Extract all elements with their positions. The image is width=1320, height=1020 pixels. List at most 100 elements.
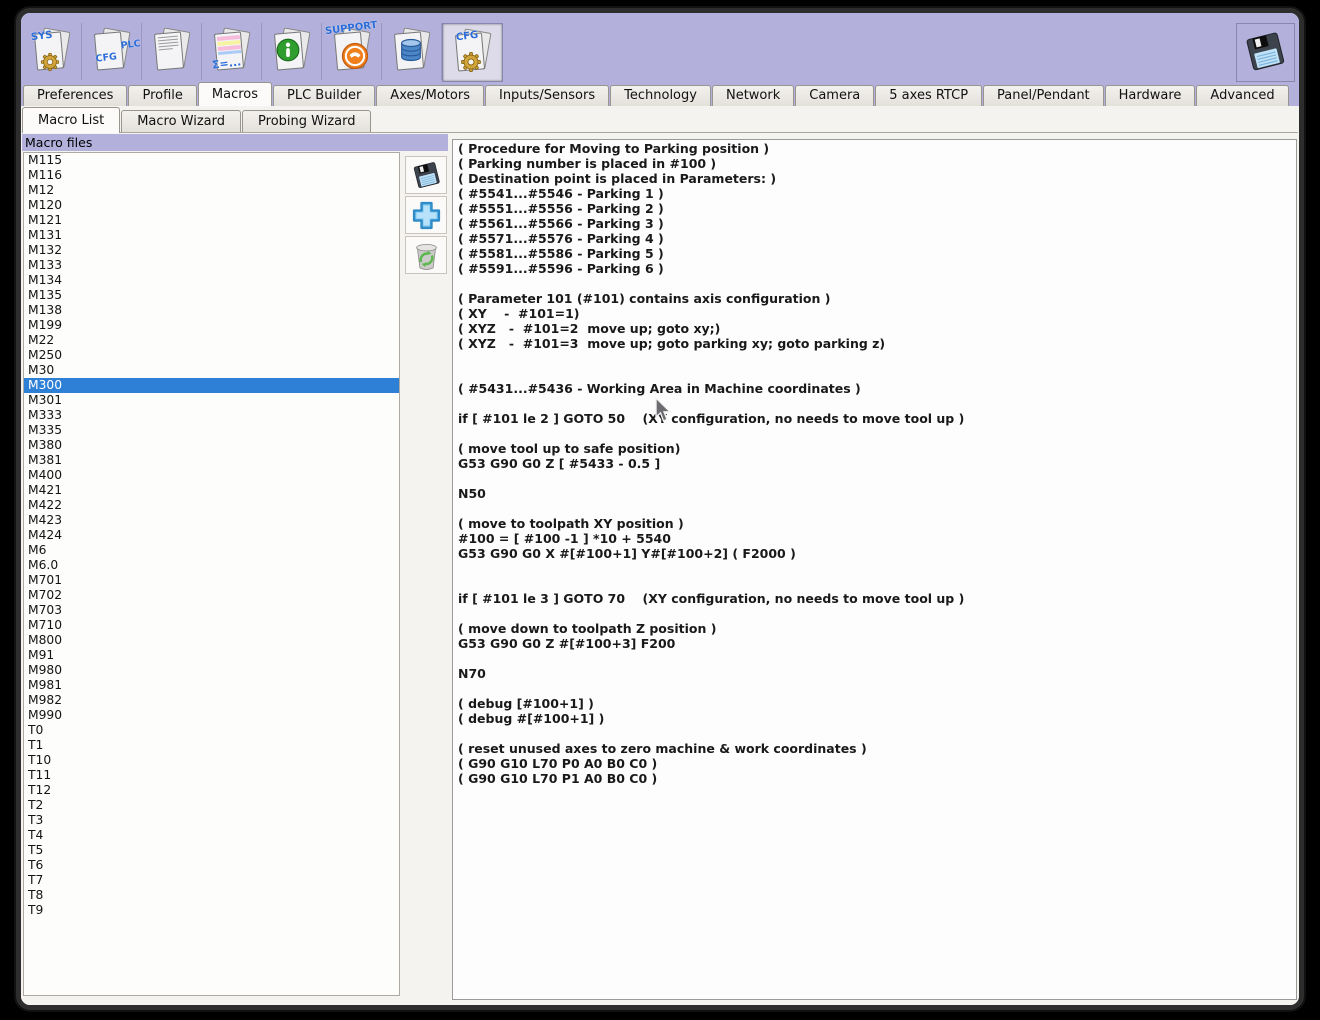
info-button[interactable] [262, 23, 322, 80]
list-item[interactable]: T11 [24, 768, 399, 783]
macro-editor[interactable]: ( Procedure for Moving to Parking positi… [452, 139, 1297, 1000]
list-item[interactable]: M333 [24, 408, 399, 423]
macro-file-list[interactable]: M115 M116 M12 M120 M121 M131 M132 M133 M134 M135 M… [23, 152, 400, 996]
list-item[interactable]: T9 [24, 903, 399, 918]
tab-advanced[interactable]: Advanced [1196, 85, 1289, 106]
list-item[interactable]: M981 [24, 678, 399, 693]
tab-network[interactable]: Network [711, 85, 795, 106]
list-item[interactable]: M12 [24, 183, 399, 198]
database-button[interactable] [382, 23, 442, 80]
list-item[interactable]: T6 [24, 858, 399, 873]
document-button[interactable] [142, 23, 202, 80]
list-item[interactable]: M800 [24, 633, 399, 648]
report-button[interactable]: Σ=... [202, 23, 262, 80]
list-item[interactable]: M121 [24, 213, 399, 228]
save-macro-button[interactable] [405, 156, 447, 194]
code-line: ( reset unused axes to zero machine & wo… [458, 741, 867, 756]
list-item[interactable]: M982 [24, 693, 399, 708]
list-item[interactable]: M132 [24, 243, 399, 258]
list-item[interactable]: T10 [24, 753, 399, 768]
list-item[interactable]: M380 [24, 438, 399, 453]
list-item[interactable]: T4 [24, 828, 399, 843]
list-item[interactable]: M199 [24, 318, 399, 333]
plc-config-button[interactable]: PLC CFG [82, 23, 142, 80]
list-item[interactable]: T3 [24, 813, 399, 828]
list-item[interactable]: M421 [24, 483, 399, 498]
tab-panel-pendant[interactable]: Panel/Pendant [983, 85, 1104, 106]
save-settings-button[interactable] [1236, 23, 1295, 82]
subtab-macro-wizard[interactable]: Macro Wizard [121, 110, 242, 132]
list-item[interactable]: M116 [24, 168, 399, 183]
tab-axes-motors[interactable]: Axes/Motors [376, 85, 484, 106]
list-item[interactable]: T2 [24, 798, 399, 813]
list-item[interactable]: M710 [24, 618, 399, 633]
tab-hardware[interactable]: Hardware [1104, 85, 1196, 106]
list-item[interactable]: T12 [24, 783, 399, 798]
tab-inputs-sensors[interactable]: Inputs/Sensors [484, 85, 610, 106]
list-item[interactable]: M990 [24, 708, 399, 723]
cfg-button[interactable]: CFG [442, 23, 503, 82]
list-item[interactable]: M120 [24, 198, 399, 213]
subtab-probing-wizard[interactable]: Probing Wizard [242, 110, 372, 132]
system-settings-button[interactable]: SYS [22, 23, 82, 80]
support-button[interactable]: SUPPORT [322, 20, 382, 80]
list-item[interactable]: M135 [24, 288, 399, 303]
tab-plc-builder[interactable]: PLC Builder [273, 85, 376, 106]
list-item[interactable]: M423 [24, 513, 399, 528]
tab-5-axes-rtcp[interactable]: 5 axes RTCP [875, 85, 983, 106]
tab-preferences[interactable]: Preferences [23, 85, 128, 106]
code-line: ( #5581...#5586 - Parking 5 ) [458, 246, 664, 261]
list-item[interactable]: M22 [24, 333, 399, 348]
code-line: G53 G90 G0 X #[#100+1] Y#[#100+2] ( F200… [458, 546, 796, 561]
list-item[interactable]: T1 [24, 738, 399, 753]
code-line: G53 G90 G0 Z #[#100+3] F200 [458, 636, 676, 651]
list-item[interactable]: M30 [24, 363, 399, 378]
code-line: ( G90 G10 L70 P1 A0 B0 C0 ) [458, 771, 658, 786]
list-item[interactable]: M134 [24, 273, 399, 288]
list-item[interactable]: M6.0 [24, 558, 399, 573]
list-item[interactable]: M381 [24, 453, 399, 468]
list-item[interactable]: M138 [24, 303, 399, 318]
list-item[interactable]: M335 [24, 423, 399, 438]
list-item[interactable]: M300 [24, 378, 399, 393]
database-icon [397, 36, 425, 64]
list-item[interactable]: M115 [24, 153, 399, 168]
floppy-disk-icon [410, 159, 443, 192]
tab-camera[interactable]: Camera [795, 85, 875, 106]
list-item[interactable]: T8 [24, 888, 399, 903]
list-item[interactable]: M980 [24, 663, 399, 678]
list-item[interactable]: M701 [24, 573, 399, 588]
code-line: ( move tool up to safe position) [458, 441, 681, 456]
application-window: SYS PLC CFG Σ=... SUPPORT CFG Preference… [16, 8, 1304, 1010]
list-item[interactable]: M422 [24, 498, 399, 513]
list-item[interactable]: M91 [24, 648, 399, 663]
tab-profile[interactable]: Profile [128, 85, 197, 106]
list-item[interactable]: M131 [24, 228, 399, 243]
add-macro-button[interactable] [405, 196, 447, 234]
delete-macro-button[interactable] [405, 236, 447, 274]
tab-macros[interactable]: Macros [197, 82, 273, 106]
subtab-macro-list[interactable]: Macro List [22, 107, 121, 133]
list-item[interactable]: M703 [24, 603, 399, 618]
list-item[interactable]: M301 [24, 393, 399, 408]
tab-technology[interactable]: Technology [610, 85, 711, 106]
sub-tabbar: Macro List Macro Wizard Probing Wizard [22, 107, 1298, 133]
list-item[interactable]: M424 [24, 528, 399, 543]
code-line: if [ #101 le 3 ] GOTO 70 (XY configurati… [458, 591, 965, 606]
list-item[interactable]: M133 [24, 258, 399, 273]
list-item[interactable]: M702 [24, 588, 399, 603]
macros-page: Macro List Macro Wizard Probing Wizard Mac… [21, 106, 1299, 1005]
list-item[interactable]: M250 [24, 348, 399, 363]
list-item[interactable]: T0 [24, 723, 399, 738]
list-item[interactable]: M400 [24, 468, 399, 483]
list-item[interactable]: M6 [24, 543, 399, 558]
list-item[interactable]: T5 [24, 843, 399, 858]
list-item[interactable]: T7 [24, 873, 399, 888]
